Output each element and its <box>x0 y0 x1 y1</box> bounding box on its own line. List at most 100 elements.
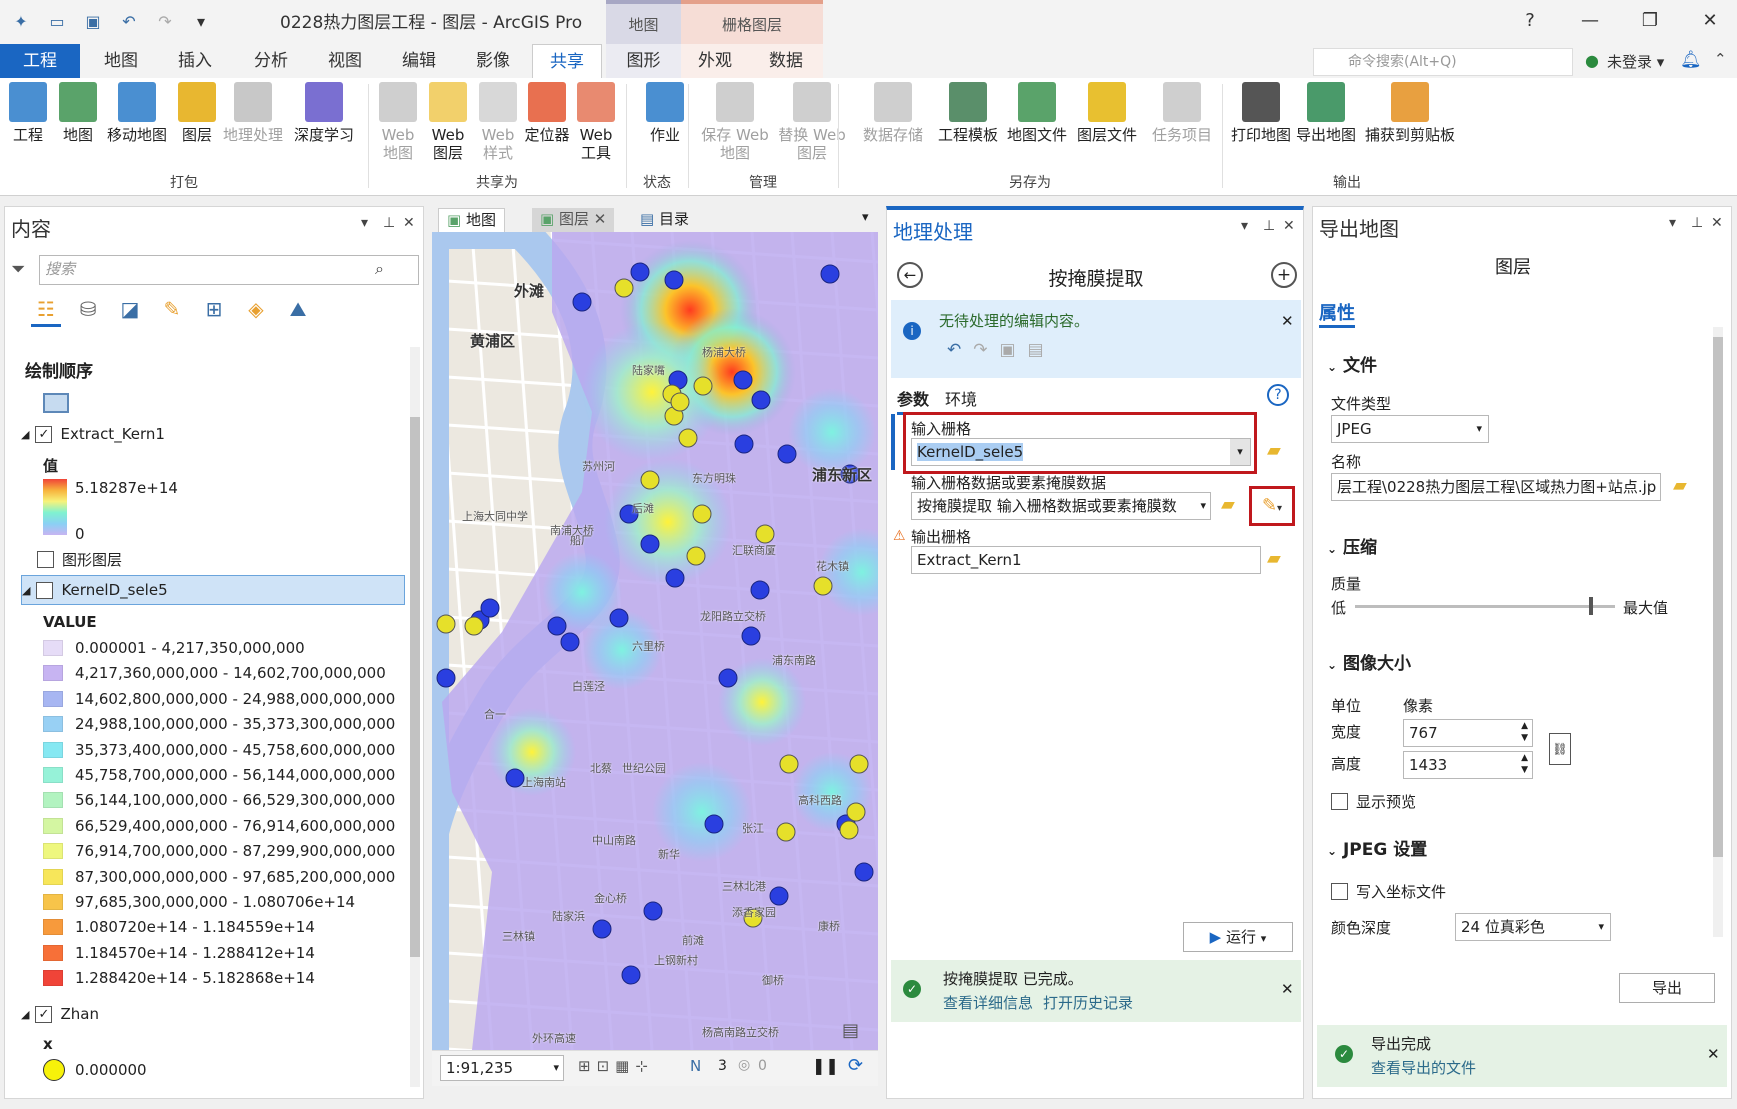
north-arrow-icon[interactable]: N <box>690 1057 701 1075</box>
graphics-layer-checkbox[interactable] <box>37 551 54 568</box>
export-scrollbar[interactable] <box>1713 327 1723 937</box>
ribbon-button-5[interactable]: 深度学习 <box>292 82 356 144</box>
browse-folder-icon[interactable]: ▰ <box>1673 475 1687 496</box>
ribbon-button-6[interactable]: Web 地图 <box>376 82 420 162</box>
ribbon-button-2[interactable]: 移动地图 <box>102 82 172 144</box>
tab-graphics[interactable]: 图形 <box>606 44 681 78</box>
view-tab-catalog[interactable]: ▤ 目录 <box>632 208 697 232</box>
tab-appearance[interactable]: 外观 <box>681 44 749 78</box>
browse-folder-icon[interactable]: ▰ <box>1221 494 1235 515</box>
ribbon-button-17[interactable]: 图层文件 <box>1074 82 1140 144</box>
tab-imagery[interactable]: 影像 <box>458 44 528 78</box>
contents-search-input[interactable]: 搜索 <box>39 255 419 285</box>
pause-drawing-icon[interactable]: ❚❚ <box>812 1056 839 1075</box>
layer-zhan[interactable]: ◢ ✓ Zhan <box>21 1005 99 1023</box>
ribbon-button-4[interactable]: 地理处理 <box>222 82 284 144</box>
ribbon-button-7[interactable]: Web 图层 <box>426 82 470 162</box>
layer-graphics[interactable]: 图形图层 <box>37 549 122 570</box>
ribbon-button-3[interactable]: 图层 <box>176 82 218 144</box>
view-tab-map[interactable]: ▣ 地图 <box>438 208 505 232</box>
ribbon-button-15[interactable]: 工程模板 <box>934 82 1002 144</box>
close-icon[interactable]: ✕ <box>594 210 607 228</box>
search-icon[interactable]: ⌕ <box>375 259 384 279</box>
layer-kerneld-sele5[interactable]: ◢ KernelD_sele5 <box>21 575 405 605</box>
close-window-button[interactable]: ✕ <box>1690 6 1730 36</box>
tab-analysis[interactable]: 分析 <box>236 44 306 78</box>
browse-folder-icon[interactable]: ▰ <box>1267 548 1281 569</box>
ribbon-button-18[interactable]: 任务项目 <box>1150 82 1214 144</box>
ribbon-button-16[interactable]: 地图文件 <box>1004 82 1070 144</box>
close-icon[interactable]: ✕ <box>1281 980 1294 998</box>
pane-menu-icon[interactable]: ▾ <box>361 215 368 231</box>
selected-features-icon[interactable]: ◎ <box>738 1057 750 1073</box>
file-name-input[interactable]: 层工程\0228热力图层工程\区域热力图+站点.jp <box>1331 473 1661 501</box>
width-input[interactable]: 767 ▲ ▼ <box>1403 719 1533 747</box>
tab-view[interactable]: 视图 <box>310 44 380 78</box>
world-file-checkbox[interactable]: 写入坐标文件 <box>1331 881 1446 902</box>
ribbon-button-1[interactable]: 地图 <box>56 82 100 144</box>
ribbon-button-9[interactable]: 定位器 <box>524 82 570 144</box>
ribbon-button-12[interactable]: 保存 Web 地图 <box>700 82 770 162</box>
color-depth-select[interactable]: 24 位真彩色 ▾ <box>1455 913 1611 941</box>
browse-folder-icon[interactable]: ▰ <box>1267 440 1281 461</box>
help-button[interactable]: ? <box>1510 6 1550 36</box>
tab-parameters[interactable]: 参数 <box>897 386 930 415</box>
ribbon-button-14[interactable]: 数据存储 <box>860 82 926 144</box>
customize-qat-icon[interactable]: ▾ <box>188 8 214 34</box>
file-section[interactable]: ⌄ 文件 <box>1327 351 1377 376</box>
close-icon[interactable]: ✕ <box>1281 312 1294 330</box>
close-icon[interactable]: ✕ <box>1707 1045 1720 1063</box>
map-legend-icon[interactable]: ▤ <box>842 1020 859 1041</box>
undo-icon[interactable]: ↶ <box>116 8 142 34</box>
height-input[interactable]: 1433 ▲ ▼ <box>1403 751 1533 779</box>
editing-icon[interactable]: ✎ <box>157 297 187 327</box>
layer-extract-kern1[interactable]: ◢ ✓ Extract_Kern1 <box>21 425 165 443</box>
layer-extract-kern1-checkbox[interactable]: ✓ <box>35 425 53 443</box>
pin-icon[interactable]: ⊥ <box>383 215 395 231</box>
view-details-link[interactable]: 查看详细信息 <box>943 992 1033 1013</box>
refresh-icon[interactable]: ⟳ <box>848 1055 863 1076</box>
view-tab-overflow-icon[interactable]: ▾ <box>862 210 869 225</box>
tab-insert[interactable]: 插入 <box>160 44 230 78</box>
mask-select[interactable]: 按掩膜提取 输入栅格数据或要素掩膜数 ▾ <box>911 492 1211 520</box>
scale-dropdown[interactable]: 1:91,235 ▾ <box>440 1055 564 1081</box>
ribbon-button-20[interactable]: 导出地图 <box>1294 82 1358 144</box>
map-nav-tools[interactable]: ⊞⊡▦⊹ <box>578 1057 654 1075</box>
layer-zhan-checkbox[interactable]: ✓ <box>35 1005 53 1023</box>
image-size-section[interactable]: ⌄ 图像大小 <box>1327 649 1411 674</box>
notification-bell-icon[interactable]: 🔔︎ <box>1680 50 1702 70</box>
pin-icon[interactable]: ⊥ <box>1263 218 1275 234</box>
contents-scrollbar[interactable] <box>410 347 420 1087</box>
tab-share[interactable]: 共享 <box>532 44 602 78</box>
draw-order-icon[interactable]: ☷ <box>31 297 61 327</box>
tab-map[interactable]: 地图 <box>88 44 154 78</box>
data-source-icon[interactable]: ⛁ <box>73 297 103 327</box>
tab-edit[interactable]: 编辑 <box>384 44 454 78</box>
export-button[interactable]: 导出 <box>1619 973 1715 1003</box>
contents-scrollbar-thumb[interactable] <box>410 417 420 957</box>
map-view[interactable]: 黄浦区 外滩 浦东新区 南浦大桥 龙阳路立交桥 六里桥 上海大同中学 外环高速 杨高南路立交桥三… <box>432 232 878 1050</box>
ribbon-button-19[interactable]: 打印地图 <box>1228 82 1294 144</box>
edit-toolbar-icons[interactable]: ↶↷▣▤ <box>947 340 1056 360</box>
filter-icon[interactable]: ⏷ <box>11 259 25 280</box>
open-folder-icon[interactable]: ▭ <box>44 8 70 34</box>
show-preview-checkbox[interactable]: 显示预览 <box>1331 791 1416 812</box>
ribbon-button-0[interactable]: 工程 <box>6 82 50 144</box>
sign-in-button[interactable]: 未登录 ▾ <box>1607 51 1664 72</box>
ribbon-button-10[interactable]: Web 工具 <box>574 82 618 162</box>
snapping-icon[interactable]: ⊞ <box>199 297 229 327</box>
pin-icon[interactable]: ⊥ <box>1691 215 1703 231</box>
collapse-ribbon-icon[interactable]: ⌃ <box>1714 50 1727 68</box>
tab-project[interactable]: 工程 <box>0 44 80 78</box>
perspective-icon[interactable]: ⛰ <box>283 297 313 327</box>
open-history-link[interactable]: 打开历史记录 <box>1043 992 1133 1013</box>
export-scrollbar-thumb[interactable] <box>1713 337 1723 857</box>
output-raster-input[interactable]: Extract_Kern1 <box>911 546 1261 574</box>
ribbon-button-8[interactable]: Web 样式 <box>476 82 520 162</box>
labeling-icon[interactable]: ◈ <box>241 297 271 327</box>
close-icon[interactable]: ✕ <box>403 215 415 231</box>
add-tool-button[interactable]: + <box>1271 262 1297 288</box>
quality-slider-thumb[interactable] <box>1589 597 1593 615</box>
minimize-button[interactable]: — <box>1570 6 1610 36</box>
file-type-select[interactable]: JPEG ▾ <box>1331 415 1489 443</box>
